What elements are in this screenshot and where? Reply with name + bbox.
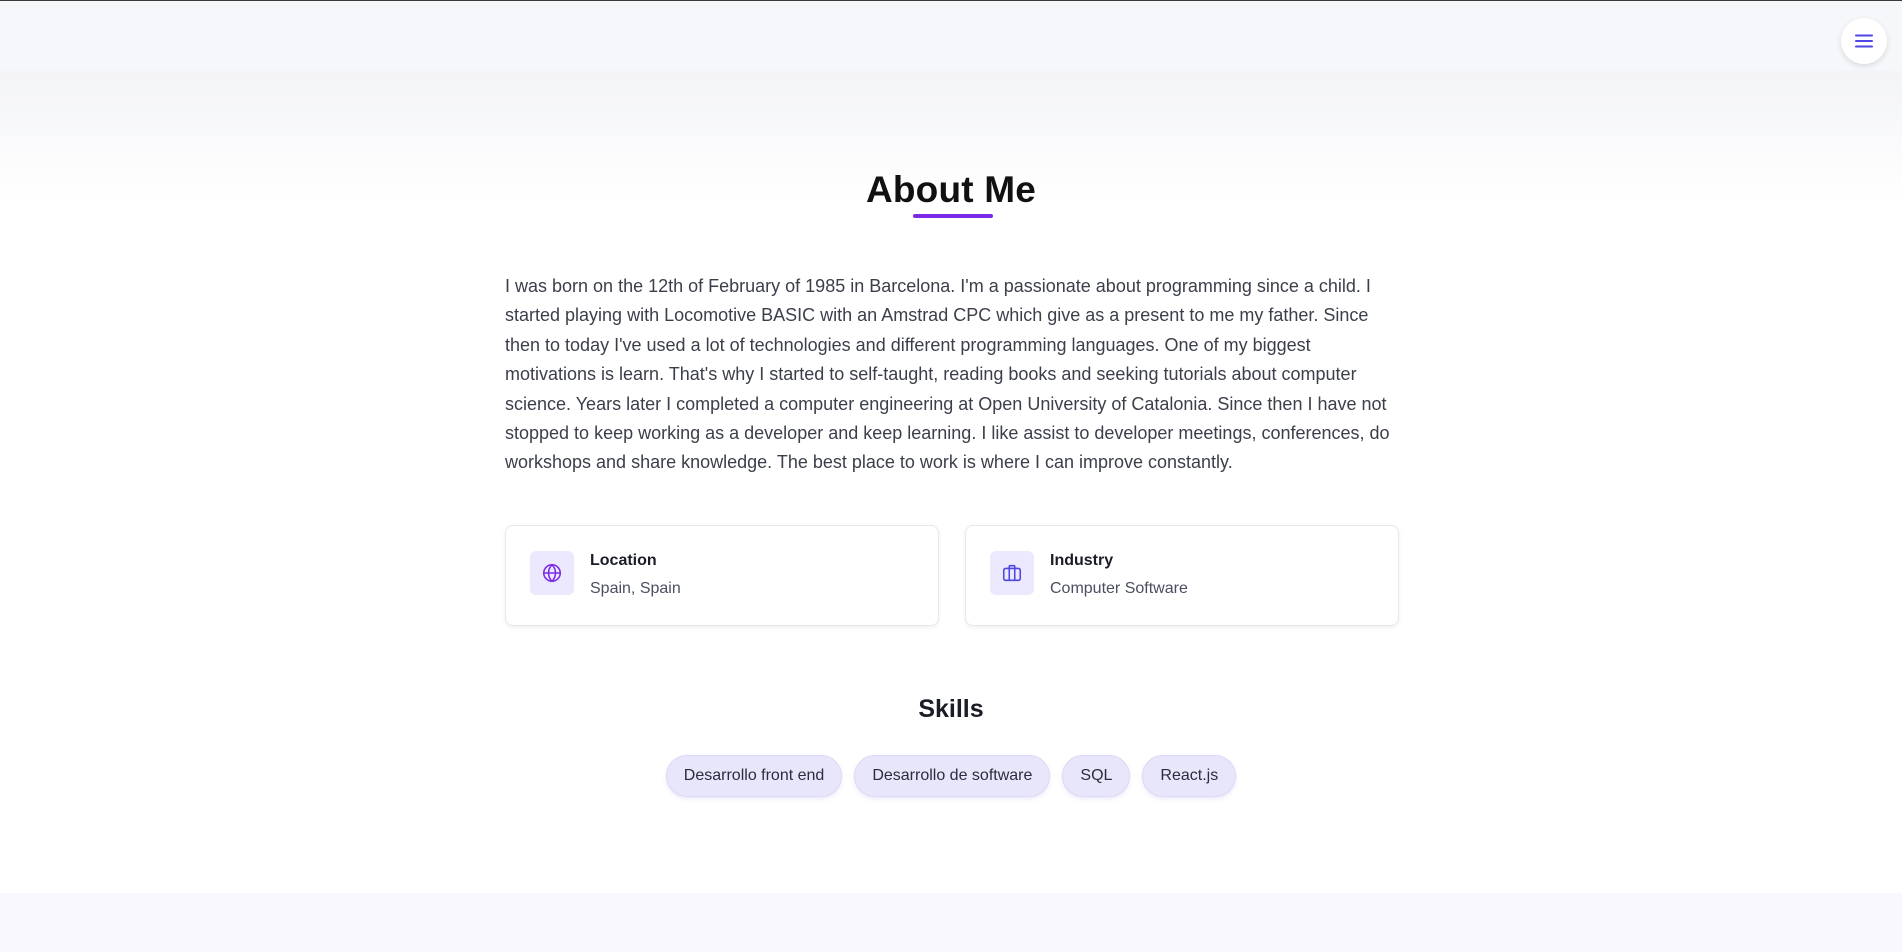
industry-card: Industry Computer Software [965,525,1399,626]
location-card: Location Spain, Spain [505,525,939,626]
title-underline [913,214,993,218]
skill-chip[interactable]: Desarrollo de software [854,755,1051,797]
skill-chip[interactable]: Desarrollo front end [665,755,843,797]
briefcase-icon [990,551,1034,595]
skill-chip[interactable]: SQL [1062,755,1131,797]
skills-title: Skills [918,695,984,723]
globe-icon [530,551,574,595]
industry-value: Computer Software [1050,580,1188,597]
skill-chip[interactable]: React.js [1142,755,1237,797]
industry-label: Industry [1050,552,1114,569]
page: About Me I was born on the 12th of Febru… [0,0,1902,952]
page-title: About Me [865,169,1037,210]
location-label: Location [590,552,657,569]
hamburger-menu-icon [1855,34,1873,48]
location-value: Spain, Spain [590,580,681,597]
skills-list: Desarrollo front end Desarrollo de softw… [0,755,1902,797]
next-section-strip [0,893,1902,952]
header-bar [0,1,1902,71]
bio-paragraph: I was born on the 12th of February of 19… [505,276,1390,473]
menu-button[interactable] [1841,18,1887,64]
